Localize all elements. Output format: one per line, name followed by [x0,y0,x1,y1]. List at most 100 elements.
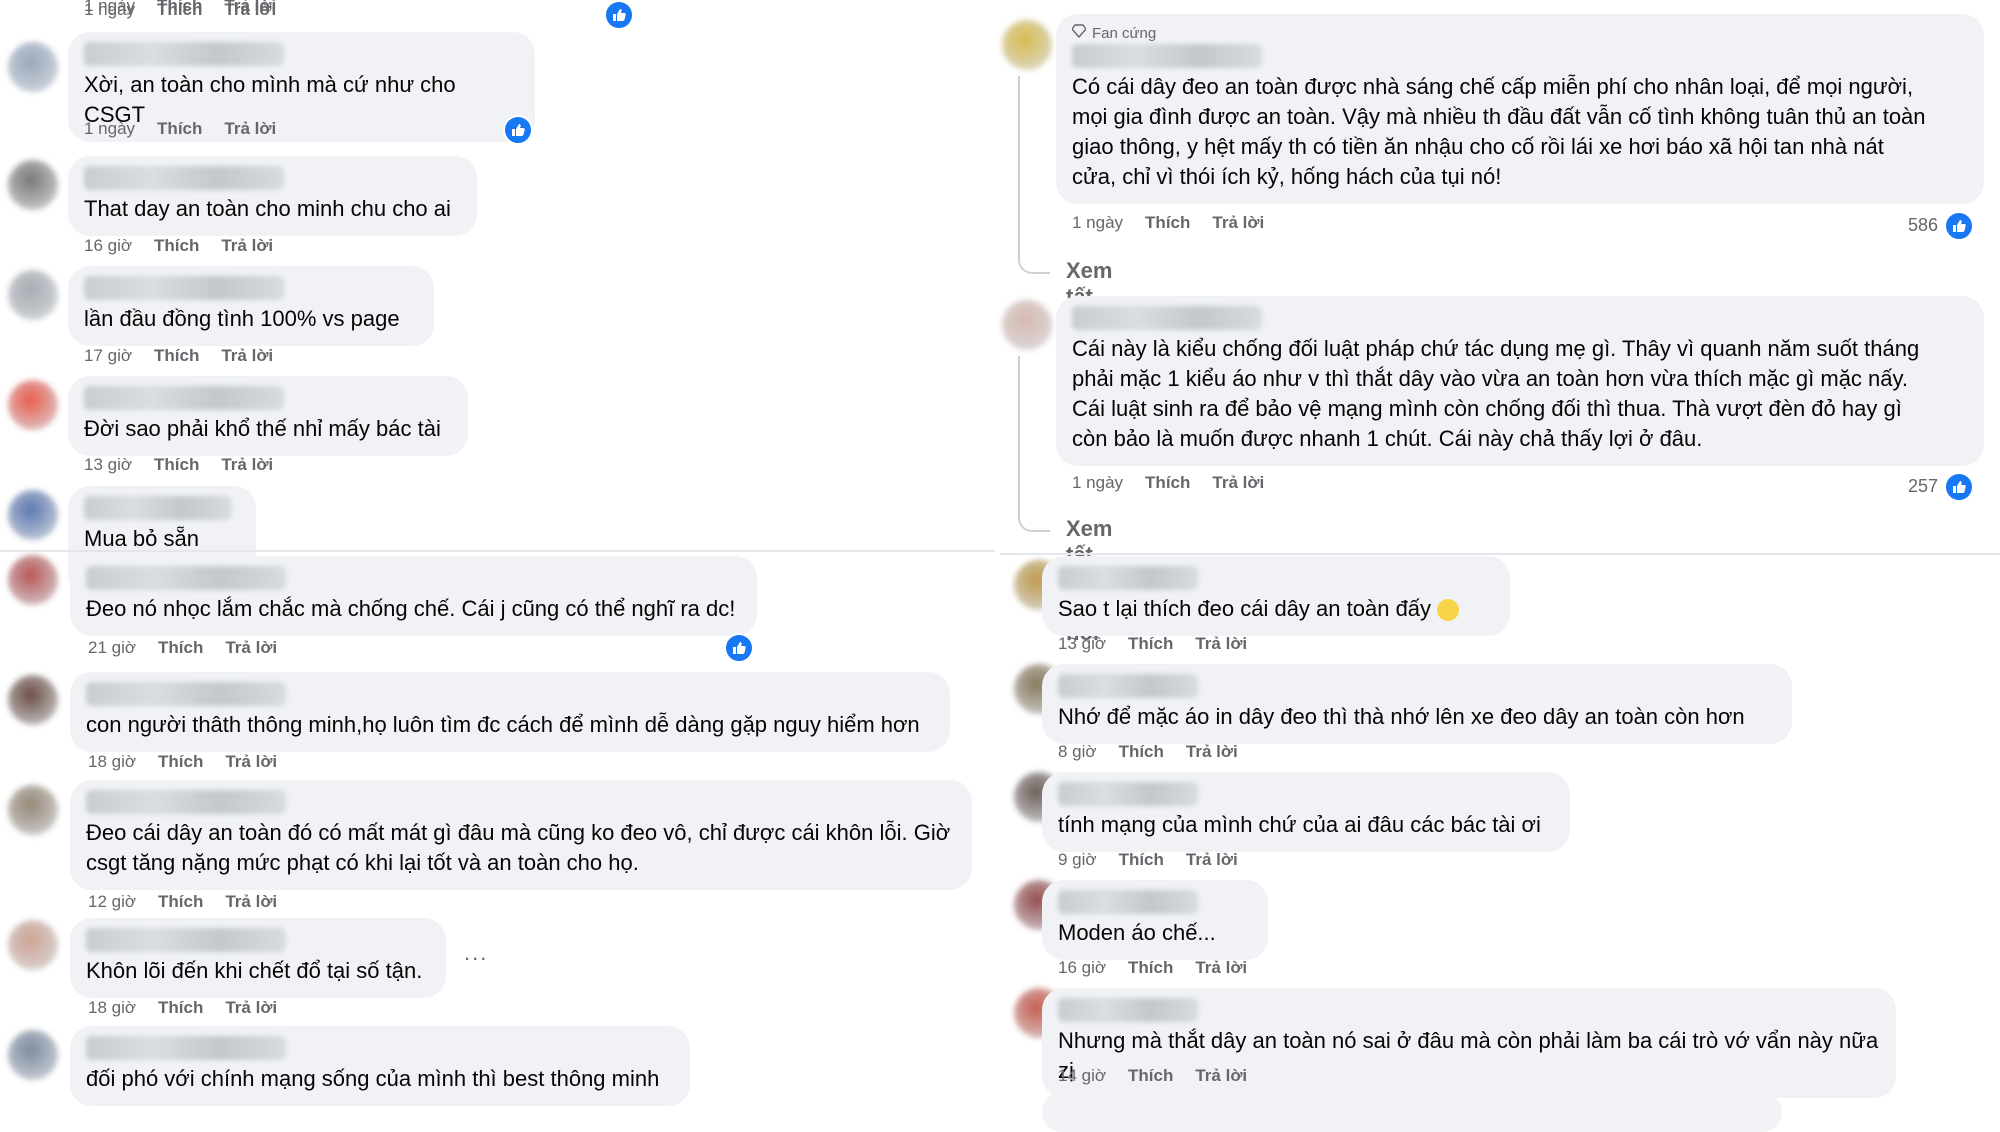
more-options-icon[interactable]: ... [464,940,488,966]
like-action[interactable]: Thích [157,0,202,15]
reply-action[interactable]: Trả lời [225,892,277,911]
author-name[interactable] [86,790,286,814]
like-reaction-icon [724,633,754,663]
like-count[interactable]: 257 [1908,476,1938,497]
reply-action[interactable]: Trả lời [1212,213,1264,232]
comment-bubble: Đeo nó nhọc lắm chắc mà chống chế. Cái j… [70,556,757,636]
comment-meta: 12 giờ Thích Trả lời [88,892,299,912]
like-action[interactable]: Thích [154,236,199,255]
reply-action[interactable]: Trả lời [1195,1066,1247,1085]
like-action[interactable]: Thích [154,346,199,365]
avatar[interactable] [1002,20,1052,70]
timestamp[interactable]: 16 giờ [1058,958,1106,977]
reply-action[interactable]: Trả lời [1195,958,1247,977]
comment-meta: 18 giờ Thích Trả lời [88,752,299,772]
avatar[interactable] [8,380,58,430]
author-name[interactable] [1058,890,1198,914]
timestamp[interactable]: 18 giờ [88,998,136,1017]
comment-meta: 13 giờ Thích Trả lời [84,455,295,475]
reply-action[interactable]: Trả lời [224,119,276,138]
like-action[interactable]: Thích [158,638,203,657]
avatar[interactable] [1002,300,1052,350]
timestamp[interactable]: 14 giờ [1058,1066,1106,1085]
author-name[interactable] [1072,44,1262,68]
timestamp[interactable]: 17 giờ [84,346,132,365]
comment-bubble: Fan cứng Có cái dây đeo an toàn được nhà … [1056,14,1984,204]
reply-action[interactable]: Trả lời [1186,850,1238,869]
avatar[interactable] [8,920,58,970]
timestamp[interactable]: 1 ngày [84,119,135,138]
timestamp[interactable]: 18 giờ [88,752,136,771]
timestamp[interactable]: 9 giờ [1058,850,1097,869]
left-comments-panel: 1 ngày Thích Trả lời Xời, an toàn cho mình … [0,0,995,1111]
like-action[interactable]: Thích [157,119,202,138]
like-action[interactable]: Thích [1119,850,1164,869]
avatar[interactable] [8,555,58,605]
reply-action[interactable]: Trả lời [1212,473,1264,492]
author-name[interactable] [84,166,284,190]
like-action[interactable]: Thích [1119,742,1164,761]
reply-action[interactable]: Trả lời [225,998,277,1017]
timestamp[interactable]: 16 giờ [84,236,132,255]
timestamp[interactable]: 21 giờ [88,638,136,657]
reply-action[interactable]: Trả lời [221,346,273,365]
comment-text: Đeo nó nhọc lắm chắc mà chống chế. Cái j… [86,596,736,621]
comment-bubble: tính mạng của mình chứ của ai đâu các bá… [1042,772,1570,852]
avatar[interactable] [8,785,58,835]
comment-meta: 16 giờ Thích Trả lời [84,236,295,256]
comment-bubble: That day an toàn cho minh chu cho ai [68,156,477,236]
thread-connector [1018,506,1050,532]
author-name[interactable] [84,42,284,66]
reply-action[interactable]: Trả lời [224,0,276,15]
like-reaction-icon [604,0,634,30]
like-action[interactable]: Thích [158,998,203,1017]
timestamp[interactable]: 13 giờ [1058,634,1106,653]
reply-action[interactable]: Trả lời [221,455,273,474]
like-action[interactable]: Thích [1128,958,1173,977]
author-name[interactable] [1058,998,1198,1022]
author-name[interactable] [84,276,284,300]
timestamp[interactable]: 1 ngày [1072,213,1123,232]
timestamp[interactable]: 13 giờ [84,455,132,474]
avatar[interactable] [8,160,58,210]
like-action[interactable]: Thích [158,752,203,771]
timestamp[interactable]: 8 giờ [1058,742,1097,761]
reply-action[interactable]: Trả lời [221,236,273,255]
avatar[interactable] [8,42,58,92]
reply-action[interactable]: Trả lời [1186,742,1238,761]
section-divider [1000,553,2000,555]
timestamp[interactable]: 1 ngày [1072,473,1123,492]
like-action[interactable]: Thích [1145,473,1190,492]
author-name[interactable] [1058,674,1198,698]
like-action[interactable]: Thích [1145,213,1190,232]
comment-meta: 17 giờ Thích Trả lời [84,346,295,366]
avatar[interactable] [8,270,58,320]
timestamp[interactable]: 1 ngày [84,0,135,15]
like-count[interactable]: 586 [1908,215,1938,236]
timestamp[interactable]: 12 giờ [88,892,136,911]
like-action[interactable]: Thích [1128,1066,1173,1085]
author-name[interactable] [1072,306,1262,330]
author-name[interactable] [86,928,286,952]
like-action[interactable]: Thích [154,455,199,474]
avatar[interactable] [8,675,58,725]
reply-action[interactable]: Trả lời [1195,634,1247,653]
comment-meta: 1 ngày Thích Trả lời [1072,473,1286,493]
like-action[interactable]: Thích [158,892,203,911]
reply-action[interactable]: Trả lời [225,638,277,657]
like-action[interactable]: Thích [1128,634,1173,653]
avatar[interactable] [8,1030,58,1080]
author-name[interactable] [1058,782,1198,806]
comment-text: Có cái dây đeo an toàn được nhà sáng chế… [1072,74,1926,189]
author-name[interactable] [86,1036,286,1060]
reply-action[interactable]: Trả lời [225,752,277,771]
author-name[interactable] [84,386,284,410]
author-name[interactable] [86,682,286,706]
comment-bubble: đối phó với chính mạng sống của mình thì… [70,1026,690,1106]
author-name[interactable] [86,566,286,590]
comment-text: That day an toàn cho minh chu cho ai [84,196,451,221]
author-name[interactable] [84,496,232,520]
avatar[interactable] [8,490,58,540]
author-name[interactable] [1058,566,1198,590]
comment-text: Moden áo chế... [1058,920,1216,945]
